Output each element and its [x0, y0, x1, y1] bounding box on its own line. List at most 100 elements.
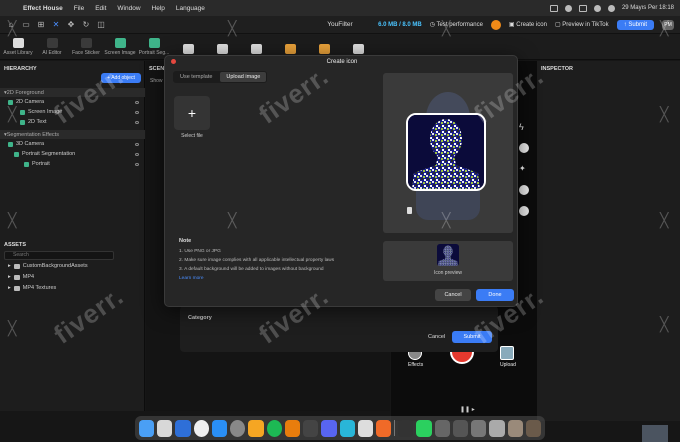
asset-folder-custom-background[interactable]: ▸ CustomBackgroundAssets	[8, 263, 88, 269]
visibility-icon[interactable]	[135, 152, 139, 156]
control-center-icon[interactable]	[607, 4, 615, 12]
trash-icon[interactable]	[489, 419, 505, 437]
home-icon[interactable]: ⌂	[6, 20, 16, 30]
submit-button[interactable]: ↑ Submit	[616, 19, 654, 30]
tree-item-2d-camera[interactable]: 2D Camera	[0, 97, 145, 107]
preview-tiktok-button[interactable]: ▢ Preview in TikTok	[555, 21, 609, 28]
tab-use-template[interactable]: Use template	[174, 72, 218, 82]
grid-icon[interactable]: ⊞	[36, 20, 46, 30]
tree-item-portrait-segmentation[interactable]: Portrait Segmentation	[0, 149, 145, 159]
window-thumb-4[interactable]	[507, 419, 523, 437]
learn-more-link[interactable]: Learn more	[179, 276, 204, 281]
test-performance-button[interactable]: ◷ Test performance	[430, 21, 483, 28]
status-area: 29 Mayıs Per 18:18	[549, 4, 674, 12]
screen-image-icon	[114, 38, 126, 48]
tree-item-2d-text[interactable]: 2D Text	[0, 117, 145, 127]
tool-screen-image[interactable]: Screen Image	[104, 38, 136, 56]
done-button[interactable]: Done	[476, 289, 514, 301]
screen-icon[interactable]	[549, 4, 558, 12]
group-2d-foreground[interactable]: ▾ 2D Foreground	[0, 88, 145, 97]
capcut-icon[interactable]	[303, 419, 319, 437]
avatar[interactable]: PM	[662, 19, 674, 30]
visibility-icon[interactable]	[135, 162, 139, 166]
image-crop-area[interactable]	[383, 73, 513, 233]
visibility-icon[interactable]	[135, 100, 139, 104]
upload-label: Upload	[500, 362, 516, 368]
speed-icon[interactable]	[519, 206, 529, 216]
icon-preview-image	[437, 244, 459, 266]
folder-icon[interactable]: ▭	[21, 20, 31, 30]
menu-file[interactable]: File	[74, 5, 84, 12]
rotate-icon[interactable]: ↻	[81, 20, 91, 30]
menu-help[interactable]: Help	[152, 5, 165, 12]
upload-icon[interactable]	[500, 346, 514, 360]
menu-app-name[interactable]: Effect House	[23, 5, 63, 12]
tree-item-screen-image[interactable]: Screen Image	[0, 107, 145, 117]
visibility-icon[interactable]	[135, 110, 139, 114]
flash-icon[interactable]: ϟ	[519, 122, 529, 132]
effects-label: Effects	[408, 362, 424, 368]
move-icon[interactable]: ✥	[66, 20, 76, 30]
sheet-cancel-button[interactable]: Cancel	[428, 334, 445, 340]
tool-face-sticker[interactable]: Face Sticker	[70, 38, 102, 56]
launchpad-icon[interactable]	[157, 419, 173, 437]
discord-icon[interactable]	[321, 419, 337, 437]
tree-item-portrait[interactable]: Portrait	[0, 159, 145, 169]
apple-icon[interactable]	[6, 4, 15, 13]
blender-icon[interactable]	[284, 419, 301, 437]
note-line-1: 1. Use PNG or JPG	[179, 249, 221, 254]
filters-icon[interactable]	[519, 185, 529, 195]
effect-house-icon[interactable]	[398, 419, 414, 437]
menu-language[interactable]: Language	[176, 5, 205, 12]
pause-icon[interactable]: ❚❚ ▸	[460, 406, 475, 413]
notes-icon[interactable]	[248, 419, 264, 437]
finder-icon[interactable]	[139, 419, 155, 437]
live-icon[interactable]	[357, 419, 374, 437]
tool-portrait-segmentation[interactable]: Portrait Seg...	[138, 38, 170, 56]
tree-item-3d-camera[interactable]: 3D Camera	[0, 139, 145, 149]
window-thumb-2[interactable]	[452, 419, 469, 437]
menu-edit[interactable]: Edit	[95, 5, 106, 12]
cancel-button[interactable]: Cancel	[435, 289, 471, 301]
wifi-icon[interactable]	[564, 4, 572, 12]
battery-icon[interactable]	[578, 4, 587, 12]
visibility-icon[interactable]	[135, 120, 139, 124]
group-segmentation-effects[interactable]: ▾ Segmentation Effects	[0, 130, 145, 139]
clock-text[interactable]: 29 Mayıs Per 18:18	[622, 5, 674, 11]
slider-handle[interactable]	[407, 207, 412, 214]
visibility-icon[interactable]	[135, 142, 139, 146]
desktop-thumbnail	[642, 425, 668, 442]
menu-window[interactable]: Window	[117, 5, 140, 12]
spotify-icon[interactable]	[266, 419, 282, 437]
fl-studio-icon[interactable]	[376, 419, 392, 437]
asset-folder-mp4[interactable]: ▸ MP4	[8, 274, 34, 280]
window-thumb-1[interactable]	[434, 419, 450, 437]
dialog-tabs: Use template Upload image	[173, 71, 268, 83]
notification-icon[interactable]	[490, 19, 501, 30]
create-icon-button[interactable]: ▣ Create icon	[509, 21, 547, 28]
preview-side-controls: ϟ ✦	[516, 122, 532, 227]
timer-icon[interactable]	[519, 143, 529, 153]
window-thumb-5[interactable]	[525, 419, 542, 437]
x-icon[interactable]: ✕	[51, 20, 61, 30]
chrome-icon[interactable]	[193, 419, 209, 437]
tool-ai-editor[interactable]: AI Editor	[36, 38, 68, 56]
system-settings-icon[interactable]	[230, 419, 246, 437]
asset-folder-mp4-textures[interactable]: ▸ MP4 Textures	[8, 285, 56, 291]
tab-upload-image[interactable]: Upload image	[220, 72, 267, 82]
safari-icon[interactable]	[175, 419, 191, 437]
select-file-button[interactable]: +	[174, 96, 210, 130]
app-store-icon[interactable]	[211, 419, 228, 437]
window-thumb-3[interactable]	[471, 419, 487, 437]
add-object-button[interactable]: + Add object	[101, 73, 141, 83]
tool-asset-library[interactable]: Asset Library	[2, 38, 34, 56]
canva-icon[interactable]	[339, 419, 355, 437]
crop-frame[interactable]	[406, 113, 486, 191]
facetime-icon[interactable]	[416, 419, 432, 437]
magic-wand-icon[interactable]: ✦	[519, 164, 529, 174]
scene-show-label[interactable]: Show	[150, 78, 163, 84]
search-icon[interactable]	[593, 4, 601, 12]
scale-icon[interactable]: ◫	[96, 20, 106, 30]
assets-search-input[interactable]: Search	[4, 251, 114, 260]
sheet-submit-button[interactable]: Submit	[452, 331, 492, 343]
